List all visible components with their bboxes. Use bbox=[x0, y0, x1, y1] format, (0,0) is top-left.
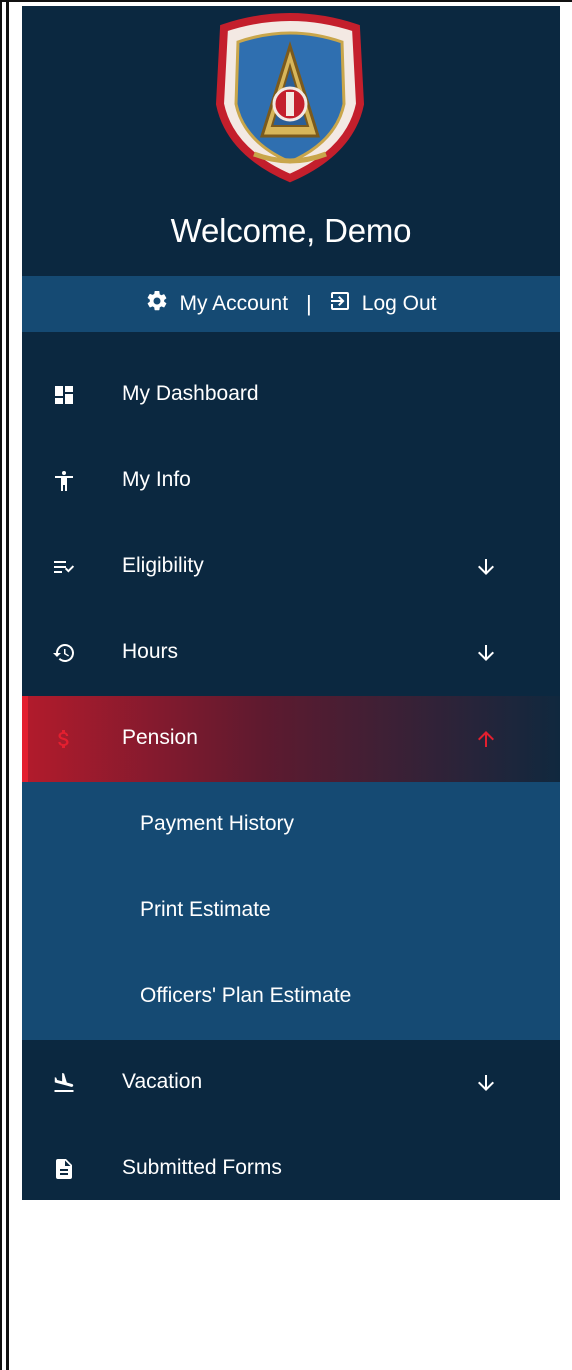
main-nav: My Dashboard My Info Eligibility Hours P… bbox=[22, 352, 560, 1212]
logout-icon bbox=[328, 289, 352, 319]
sidebar: Welcome, Demo My Account | Log Out My Da… bbox=[22, 6, 560, 1200]
my-account-label: My Account bbox=[179, 292, 289, 315]
person-icon bbox=[50, 467, 78, 495]
nav-label: Hours bbox=[122, 640, 179, 664]
union-logo bbox=[204, 12, 376, 186]
list-check-icon bbox=[50, 553, 78, 581]
nav-item-vacation[interactable]: Vacation bbox=[22, 1040, 560, 1126]
log-out-label: Log Out bbox=[361, 292, 437, 315]
submenu-label: Print Estimate bbox=[140, 898, 271, 922]
my-account-link[interactable]: My Account bbox=[145, 289, 288, 319]
dollar-icon bbox=[50, 725, 78, 753]
nav-label: My Info bbox=[122, 468, 191, 492]
account-separator: | bbox=[306, 291, 312, 316]
nav-item-my-info[interactable]: My Info bbox=[22, 438, 560, 524]
nav-label: Eligibility bbox=[122, 554, 204, 578]
arrow-down-icon bbox=[474, 641, 498, 665]
nav-item-hours[interactable]: Hours bbox=[22, 610, 560, 696]
account-bar: My Account | Log Out bbox=[22, 276, 560, 332]
nav-label: Pension bbox=[122, 726, 198, 750]
nav-label: Vacation bbox=[122, 1070, 203, 1094]
submenu-item-print-estimate[interactable]: Print Estimate bbox=[22, 868, 560, 954]
nav-item-pension[interactable]: Pension bbox=[22, 696, 560, 782]
nav-label: My Dashboard bbox=[122, 382, 259, 406]
gear-icon bbox=[145, 289, 169, 319]
flight-land-icon bbox=[50, 1069, 78, 1097]
dashboard-icon bbox=[50, 381, 78, 409]
history-icon bbox=[50, 639, 78, 667]
submenu-label: Officers' Plan Estimate bbox=[140, 984, 352, 1008]
nav-item-eligibility[interactable]: Eligibility bbox=[22, 524, 560, 610]
submenu-item-officers-plan-estimate[interactable]: Officers' Plan Estimate bbox=[22, 954, 560, 1040]
document-icon bbox=[50, 1155, 78, 1183]
arrow-down-icon bbox=[474, 1071, 498, 1095]
welcome-heading: Welcome, Demo bbox=[170, 212, 412, 249]
nav-item-submitted-forms[interactable]: Submitted Forms bbox=[22, 1126, 560, 1212]
pension-submenu: Payment History Print Estimate Officers'… bbox=[22, 782, 560, 1040]
arrow-down-icon bbox=[474, 555, 498, 579]
submenu-label: Payment History bbox=[140, 812, 295, 836]
arrow-up-icon bbox=[474, 727, 498, 751]
nav-label: Submitted Forms bbox=[122, 1156, 282, 1180]
frame-divider bbox=[6, 0, 9, 1370]
submenu-item-payment-history[interactable]: Payment History bbox=[22, 782, 560, 868]
log-out-link[interactable]: Log Out bbox=[328, 289, 437, 319]
nav-item-my-dashboard[interactable]: My Dashboard bbox=[22, 352, 560, 438]
